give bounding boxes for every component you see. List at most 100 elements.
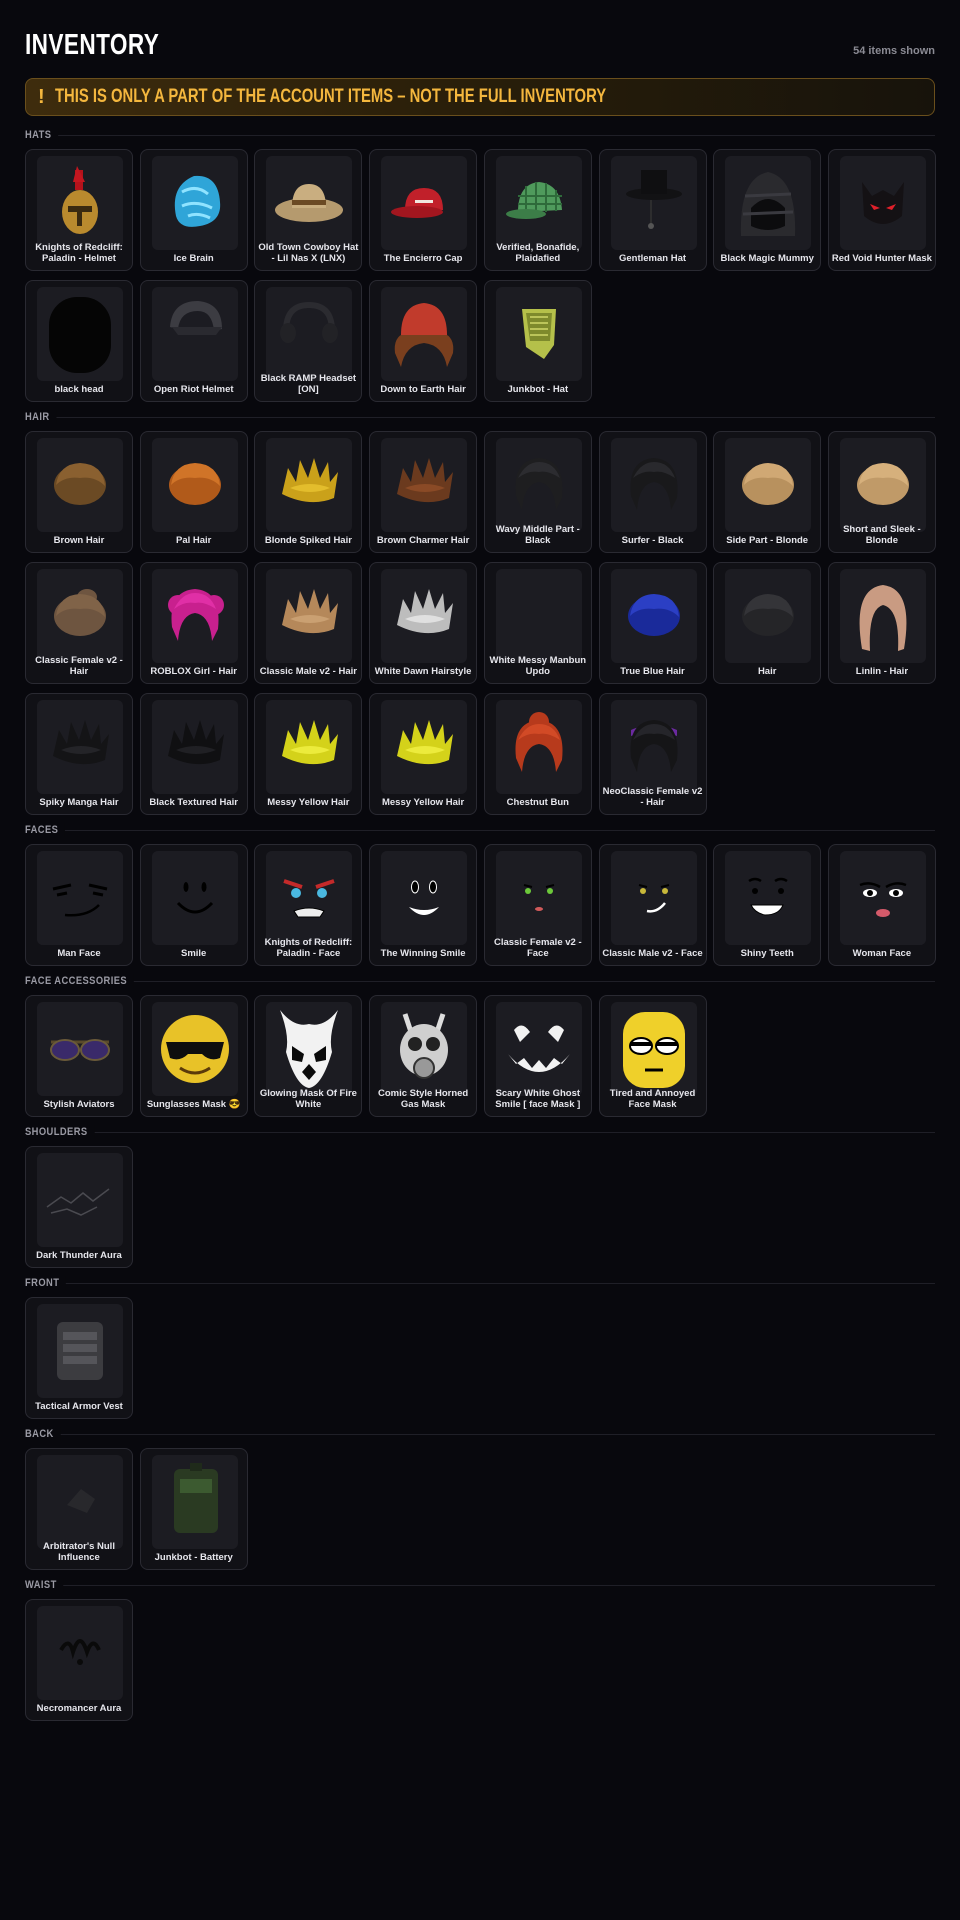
inventory-item-card[interactable]: Messy Yellow Hair bbox=[254, 693, 363, 815]
item-name: Comic Style Horned Gas Mask bbox=[377, 1088, 469, 1110]
blue-hair-icon bbox=[610, 569, 697, 663]
inventory-item-card[interactable]: True Blue Hair bbox=[598, 562, 707, 684]
inventory-item-card[interactable]: Dark Thunder Aura bbox=[25, 1146, 133, 1268]
top-hat-icon bbox=[610, 156, 697, 250]
inventory-item-card[interactable]: Linlin - Hair bbox=[827, 562, 936, 684]
inventory-item-card[interactable]: Wavy Middle Part - Black bbox=[483, 431, 592, 553]
inventory-item-card[interactable]: Scary White Ghost Smile [ face Mask ] bbox=[483, 995, 592, 1117]
inventory-item-card[interactable]: White Dawn Hairstyle bbox=[369, 562, 478, 684]
inventory-item-card[interactable]: Classic Male v2 - Face bbox=[598, 844, 707, 966]
section-header-face-accessories: FACE ACCESSORIES bbox=[25, 974, 935, 988]
inventory-item-card[interactable]: Side Part - Blonde bbox=[713, 431, 822, 553]
inventory-item-card[interactable]: Junkbot - Battery bbox=[139, 1448, 248, 1570]
inventory-item-card[interactable]: Classic Male v2 - Hair bbox=[254, 562, 363, 684]
inventory-item-card[interactable]: Comic Style Horned Gas Mask bbox=[369, 995, 478, 1117]
item-name: True Blue Hair bbox=[620, 666, 685, 677]
inventory-item-card[interactable]: Gentleman Hat bbox=[598, 149, 707, 271]
item-name: Stylish Aviators bbox=[43, 1099, 115, 1110]
black-textured-hair-icon bbox=[151, 700, 238, 794]
inventory-item-card[interactable]: Smile bbox=[139, 844, 248, 966]
item-name: Gentleman Hat bbox=[618, 253, 687, 264]
inventory-item-card[interactable]: Junkbot - Hat bbox=[483, 280, 592, 402]
item-name: Knights of Redcliff: Paladin - Face bbox=[264, 937, 353, 959]
inventory-item-card[interactable]: The Winning Smile bbox=[369, 844, 478, 966]
pal-hair-icon bbox=[151, 438, 238, 532]
item-count: 54 items shown bbox=[853, 45, 935, 57]
inventory-item-card[interactable]: Old Town Cowboy Hat - Lil Nas X (LNX) bbox=[254, 149, 363, 271]
section-header-hair: HAIR bbox=[25, 410, 935, 424]
item-name: Linlin - Hair bbox=[855, 666, 909, 677]
inventory-item-card[interactable]: Down to Earth Hair bbox=[369, 280, 478, 402]
item-name: Sunglasses Mask 😎 bbox=[146, 1099, 241, 1110]
inventory-item-card[interactable]: Knights of Redcliff: Paladin - Face bbox=[254, 844, 363, 966]
item-name: Black Magic Mummy bbox=[720, 253, 814, 264]
riot-helmet-icon bbox=[151, 287, 238, 381]
cowboy-hat-icon bbox=[266, 156, 353, 250]
inventory-item-card[interactable]: ROBLOX Girl - Hair bbox=[139, 562, 248, 684]
inventory-item-card[interactable]: Pal Hair bbox=[139, 431, 248, 553]
inventory-item-card[interactable]: Stylish Aviators bbox=[25, 995, 133, 1117]
inventory-item-card[interactable]: Red Void Hunter Mask bbox=[827, 149, 936, 271]
inventory-item-card[interactable]: NeoClassic Female v2 - Hair bbox=[598, 693, 707, 815]
inventory-item-card[interactable]: Spiky Manga Hair bbox=[25, 693, 133, 815]
inventory-item-card[interactable]: Glowing Mask Of Fire White bbox=[254, 995, 363, 1117]
section-label: FACE ACCESSORIES bbox=[25, 974, 134, 988]
item-name: Tired and Annoyed Face Mask bbox=[609, 1088, 696, 1110]
inventory-item-card[interactable]: Tired and Annoyed Face Mask bbox=[598, 995, 707, 1117]
item-name: black head bbox=[54, 384, 104, 395]
inventory-item-card[interactable]: Verified, Bonafide, Plaidafied bbox=[483, 149, 592, 271]
item-name: Man Face bbox=[57, 948, 101, 959]
item-name: Tactical Armor Vest bbox=[35, 1401, 123, 1412]
inventory-item-card[interactable]: Knights of Redcliff: Paladin - Helmet bbox=[25, 149, 133, 271]
inventory-item-card[interactable]: White Messy Manbun Updo bbox=[483, 562, 592, 684]
inventory-item-card[interactable]: The Encierro Cap bbox=[369, 149, 478, 271]
item-name: Woman Face bbox=[852, 948, 912, 959]
item-name: Junkbot - Hat bbox=[507, 384, 569, 395]
item-name: Classic Male v2 - Face bbox=[602, 948, 703, 959]
item-name: White Dawn Hairstyle bbox=[374, 666, 472, 677]
short-sleek-blonde-hair-icon bbox=[839, 438, 926, 532]
inventory-item-card[interactable]: Arbitrator's Null Influence bbox=[25, 1448, 133, 1570]
item-name: Side Part - Blonde bbox=[726, 535, 809, 546]
inventory-item-card[interactable]: Brown Hair bbox=[25, 431, 133, 553]
inventory-item-card[interactable]: Sunglasses Mask 😎 bbox=[139, 995, 248, 1117]
inventory-item-card[interactable]: Short and Sleek - Blonde bbox=[827, 431, 936, 553]
inventory-item-card[interactable]: Ice Brain bbox=[139, 149, 248, 271]
inventory-item-card[interactable]: black head bbox=[25, 280, 133, 402]
inventory-item-card[interactable]: Messy Yellow Hair bbox=[369, 693, 478, 815]
inventory-item-card[interactable]: Black Magic Mummy bbox=[713, 149, 822, 271]
section-header-hats: HATS bbox=[25, 128, 935, 142]
section-divider bbox=[25, 417, 935, 418]
inventory-item-card[interactable]: Necromancer Aura bbox=[25, 1599, 133, 1721]
section-label: BACK bbox=[25, 1427, 61, 1441]
section-divider bbox=[25, 1132, 935, 1133]
inventory-item-card[interactable]: Hair bbox=[713, 562, 822, 684]
inventory-item-card[interactable]: Chestnut Bun bbox=[483, 693, 592, 815]
item-name: Smile bbox=[181, 948, 207, 959]
item-name: Junkbot - Battery bbox=[154, 1552, 233, 1563]
item-name: Brown Charmer Hair bbox=[376, 535, 470, 546]
inventory-item-card[interactable]: Shiny Teeth bbox=[713, 844, 822, 966]
aviators-icon bbox=[37, 1002, 123, 1096]
inventory-item-card[interactable]: Woman Face bbox=[827, 844, 936, 966]
inventory-item-card[interactable]: Tactical Armor Vest bbox=[25, 1297, 133, 1419]
inventory-item-card[interactable]: Classic Female v2 - Face bbox=[483, 844, 592, 966]
inventory-item-card[interactable]: Man Face bbox=[25, 844, 133, 966]
armor-vest-icon bbox=[37, 1304, 123, 1398]
brown-charmer-hair-icon bbox=[381, 438, 468, 532]
item-name: Necromancer Aura bbox=[36, 1703, 122, 1714]
classic-male-face-icon bbox=[610, 851, 697, 945]
thunder-aura-icon bbox=[37, 1153, 123, 1247]
inventory-item-card[interactable]: Black RAMP Headset [ON] bbox=[254, 280, 363, 402]
item-name: Arbitrator's Null Influence bbox=[43, 1541, 115, 1563]
mummy-hood-icon bbox=[725, 156, 812, 250]
inventory-item-card[interactable]: Open Riot Helmet bbox=[139, 280, 248, 402]
inventory-item-card[interactable]: Black Textured Hair bbox=[139, 693, 248, 815]
inventory-item-card[interactable]: Surfer - Black bbox=[598, 431, 707, 553]
inventory-item-card[interactable]: Classic Female v2 - Hair bbox=[25, 562, 133, 684]
man-face-icon bbox=[37, 851, 123, 945]
section-divider bbox=[25, 135, 935, 136]
inventory-item-card[interactable]: Blonde Spiked Hair bbox=[254, 431, 363, 553]
item-name: Blonde Spiked Hair bbox=[264, 535, 352, 546]
inventory-item-card[interactable]: Brown Charmer Hair bbox=[369, 431, 478, 553]
